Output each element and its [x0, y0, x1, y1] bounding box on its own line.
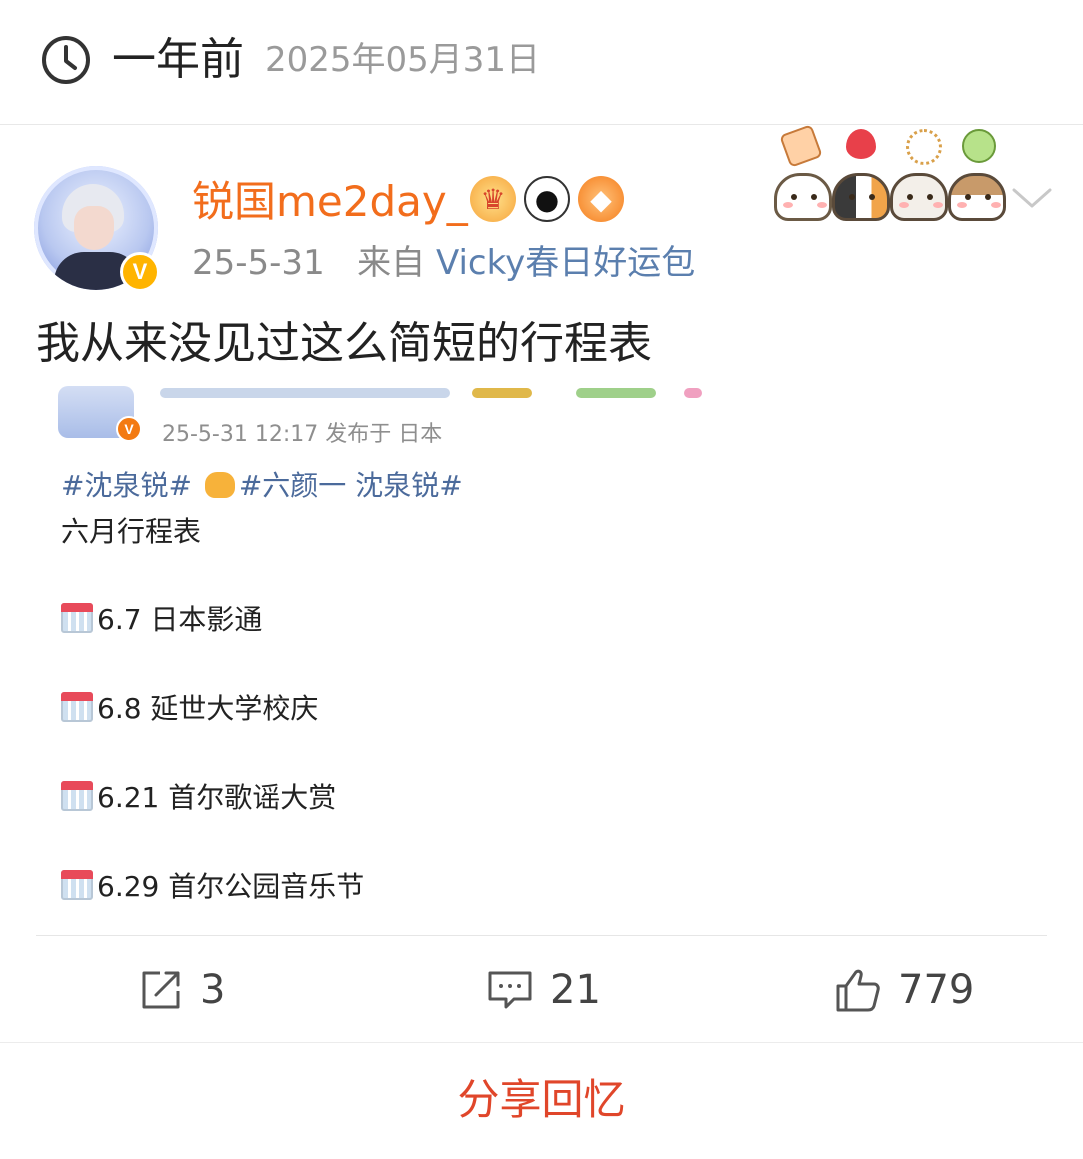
repost-icon	[142, 971, 180, 1009]
clock-icon	[42, 36, 90, 84]
chevron-down-icon[interactable]	[1010, 182, 1054, 212]
verified-badge-icon: V	[116, 416, 142, 442]
post-source[interactable]: Vicky春日好运包	[436, 243, 695, 283]
post-meta: 25-5-31 来自 Vicky春日好运包	[192, 240, 695, 286]
cat-icon	[832, 173, 890, 221]
schedule-title: 六月行程表	[61, 515, 202, 548]
thumbs-up-icon	[836, 969, 880, 1012]
schedule-item: 6.29 首尔公园音乐节	[61, 865, 364, 905]
user-badges: ♛ ● ◆	[470, 176, 624, 222]
share-memory-button[interactable]: 分享回忆	[0, 1072, 1083, 1128]
cat-icon	[774, 173, 832, 221]
fish-badge-icon[interactable]: ◆	[578, 176, 624, 222]
cat-icon	[948, 173, 1006, 221]
flower-icon	[906, 129, 942, 165]
repost-count: 3	[200, 967, 226, 1013]
post-image[interactable]: V 25-5-31 12:17 发布于 日本 #沈泉锐# #六颜一 沈泉锐# 六…	[36, 384, 1047, 934]
hashtag: #沈泉锐#	[61, 469, 192, 502]
calendar-icon	[61, 781, 93, 811]
verified-badge-icon: V	[120, 252, 160, 292]
panda-badge-icon[interactable]: ●	[524, 176, 570, 222]
card-decoration	[770, 124, 1015, 225]
username[interactable]: 锐国me2day_	[192, 174, 468, 230]
calendar-icon	[61, 870, 93, 900]
post-date: 25-5-31	[192, 243, 325, 283]
divider	[36, 935, 1047, 936]
relative-time: 一年前	[112, 34, 244, 85]
like-button[interactable]: 779	[834, 962, 974, 1018]
hashtag: #六颜一 沈泉锐#	[238, 469, 463, 502]
calendar-icon	[61, 603, 93, 633]
calendar-icon	[61, 692, 93, 722]
crown-badge-icon[interactable]: ♛	[470, 176, 516, 222]
like-count: 779	[898, 967, 975, 1013]
hashtags: #沈泉锐# #六颜一 沈泉锐#	[61, 464, 463, 504]
repost-button[interactable]: 3	[138, 962, 225, 1018]
memory-header: 一年前 2025年05月31日	[0, 0, 1083, 125]
schedule-item: 6.21 首尔歌谣大赏	[61, 776, 336, 816]
schedule-item: 6.8 延世大学校庆	[61, 687, 318, 727]
drink-icon	[779, 124, 823, 168]
cropped-header	[156, 384, 756, 400]
dango-icon	[962, 129, 996, 163]
comment-count: 21	[550, 967, 601, 1013]
schedule-item: 6.7 日本影通	[61, 598, 262, 638]
source-prefix: 来自	[357, 243, 426, 283]
memory-date: 2025年05月31日	[265, 40, 541, 80]
strawberry-icon	[846, 129, 876, 159]
post-meta: 25-5-31 12:17 发布于 日本	[162, 422, 443, 447]
comment-icon	[488, 971, 532, 1009]
divider	[0, 1042, 1083, 1043]
post-text: 我从来没见过这么简短的行程表	[36, 318, 652, 369]
comment-button[interactable]: 21	[486, 962, 601, 1018]
cat-icon	[890, 173, 948, 221]
cat-emoji-icon	[204, 472, 235, 498]
